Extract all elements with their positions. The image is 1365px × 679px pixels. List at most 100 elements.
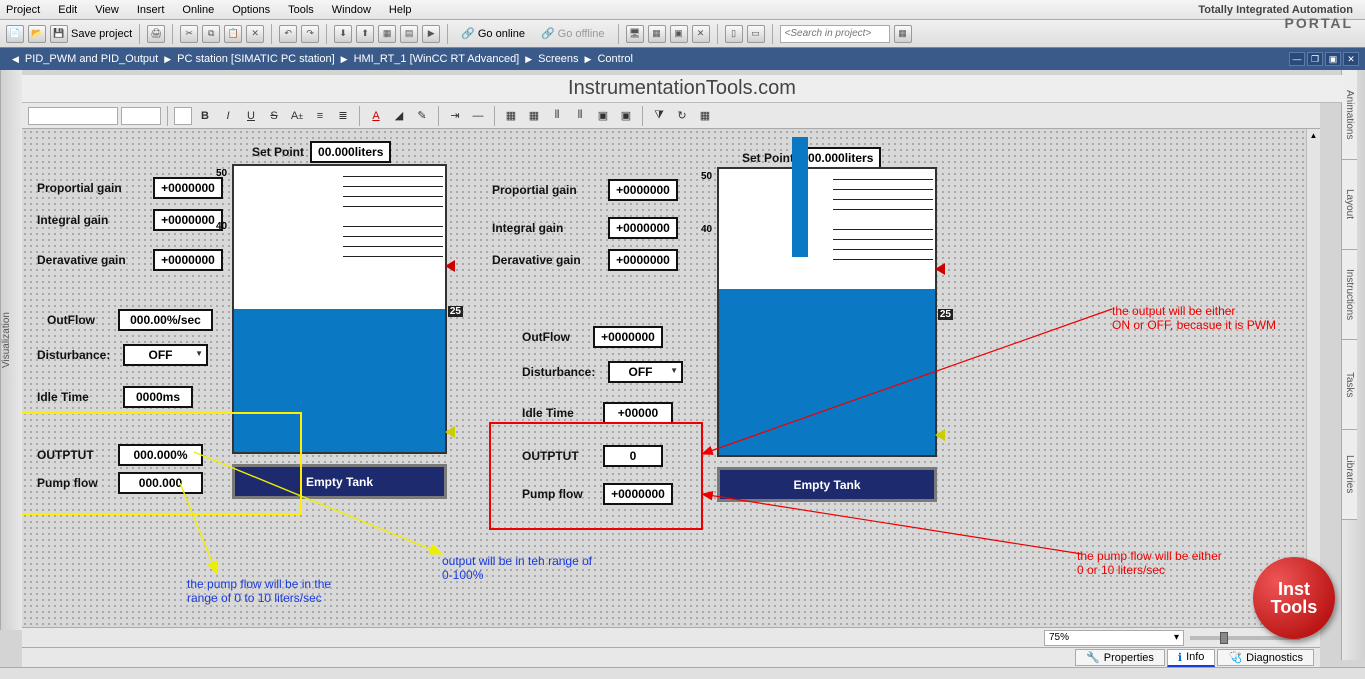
print-icon[interactable]: 🖨 [147, 25, 165, 43]
align-top-icon[interactable]: ⇥ [445, 106, 465, 126]
tab-animations[interactable]: Animations [1342, 70, 1357, 160]
save-project-button[interactable]: 💾 Save project [50, 25, 132, 43]
fill-color-button[interactable]: ◢ [389, 106, 409, 126]
hmi-icon[interactable]: 🖥 [626, 25, 644, 43]
close-x-icon[interactable]: ✕ [692, 25, 710, 43]
setpoint-field-left[interactable]: 00.000liters [310, 141, 391, 163]
device-icon[interactable]: ▦ [378, 25, 396, 43]
setpoint-field-right[interactable]: 00.000liters [800, 147, 881, 169]
line-style-button[interactable]: ✎ [412, 106, 432, 126]
align-center-icon[interactable]: ≣ [333, 106, 353, 126]
restore-button[interactable]: ❐ [1307, 52, 1323, 66]
tab-tasks[interactable]: Tasks [1342, 340, 1357, 430]
distribute-v-icon[interactable]: ⫴ [570, 106, 590, 126]
hmi-canvas[interactable]: Set Point 00.000liters Proportial gain +… [22, 129, 1320, 627]
tile-v-icon[interactable]: ▭ [747, 25, 765, 43]
redo-icon[interactable]: ↷ [301, 25, 319, 43]
dgain-field-left[interactable]: +0000000 [153, 249, 223, 271]
superscript-button[interactable]: A± [287, 106, 307, 126]
board-icon[interactable]: ▦ [648, 25, 666, 43]
arrange-back-icon[interactable]: ▦ [524, 106, 544, 126]
tab-layout[interactable]: Layout [1342, 160, 1357, 250]
ungroup-icon[interactable]: ▣ [616, 106, 636, 126]
new-doc-icon[interactable]: 📄 [6, 25, 24, 43]
sim-icon[interactable]: ▤ [400, 25, 418, 43]
cut-icon[interactable]: ✂ [180, 25, 198, 43]
float-button[interactable]: ▣ [1325, 52, 1341, 66]
menu-online[interactable]: Online [182, 4, 214, 16]
go-online-button[interactable]: 🔗 Go online [455, 26, 531, 41]
crumb-prev-icon[interactable]: ◀ [12, 54, 19, 65]
undo-icon[interactable]: ↶ [279, 25, 297, 43]
dist-dropdown-left[interactable]: OFF [123, 344, 208, 366]
menu-view[interactable]: View [95, 4, 119, 16]
open-icon[interactable]: 📂 [28, 25, 46, 43]
tile-h-icon[interactable]: ▯ [725, 25, 743, 43]
copy-icon[interactable]: ⧉ [202, 25, 220, 43]
close-button[interactable]: ✕ [1343, 52, 1359, 66]
strike-button[interactable]: S [264, 106, 284, 126]
go-offline-button[interactable]: 🔗 Go offline [535, 26, 611, 41]
upload-icon[interactable]: ⬆ [356, 25, 374, 43]
tab-instructions[interactable]: Instructions [1342, 250, 1357, 340]
pgain-field-left[interactable]: +0000000 [153, 177, 223, 199]
align-mid-icon[interactable]: — [468, 106, 488, 126]
empty-tank-button-right[interactable]: Empty Tank [717, 467, 937, 502]
canvas-scrollbar-v[interactable]: ▲ [1306, 129, 1320, 627]
outflow-field-right[interactable]: +0000000 [593, 326, 663, 348]
rotate-icon[interactable]: ↻ [672, 106, 692, 126]
bold-button[interactable]: B [195, 106, 215, 126]
zoom-select[interactable]: 75% ▾ [1044, 630, 1184, 646]
delete-icon[interactable]: ✕ [246, 25, 264, 43]
crumb-pc[interactable]: PC station [SIMATIC PC station] [177, 53, 335, 65]
paste-icon[interactable]: 📋 [224, 25, 242, 43]
menu-insert[interactable]: Insert [137, 4, 165, 16]
bg-color-swatch[interactable] [174, 107, 192, 125]
menu-project[interactable]: Project [6, 4, 40, 16]
crumb-hmi[interactable]: HMI_RT_1 [WinCC RT Advanced] [354, 53, 520, 65]
menu-help[interactable]: Help [389, 4, 412, 16]
font-color-button[interactable]: A [366, 106, 386, 126]
zoom-slider-thumb[interactable] [1220, 632, 1228, 644]
arrange-front-icon[interactable]: ▦ [501, 106, 521, 126]
search-go-icon[interactable]: ▦ [894, 25, 912, 43]
menu-options[interactable]: Options [232, 4, 270, 16]
tab-diagnostics[interactable]: 🩺 Diagnostics [1217, 649, 1314, 666]
tab-info[interactable]: ℹ Info [1167, 649, 1216, 667]
minimize-button[interactable]: — [1289, 52, 1305, 66]
filter-icon[interactable]: ⧩ [649, 106, 669, 126]
idle-field-right[interactable]: +00000 [603, 402, 673, 424]
idle-field-left[interactable]: 0000ms [123, 386, 193, 408]
menu-window[interactable]: Window [332, 4, 371, 16]
pgain-field-right[interactable]: +0000000 [608, 179, 678, 201]
crumb-root[interactable]: PID_PWM and PID_Output [25, 53, 158, 65]
dist-dropdown-right[interactable]: OFF [608, 361, 683, 383]
outflow-field-left[interactable]: 000.00%/sec [118, 309, 213, 331]
font-family-select[interactable] [28, 107, 118, 125]
underline-button[interactable]: U [241, 106, 261, 126]
annotation-box-yellow [22, 412, 302, 515]
menu-edit[interactable]: Edit [58, 4, 77, 16]
menu-tools[interactable]: Tools [288, 4, 314, 16]
download-icon[interactable]: ⬇ [334, 25, 352, 43]
align-left-icon[interactable]: ≡ [310, 106, 330, 126]
left-rail[interactable]: Visualization [0, 70, 22, 630]
mirror-icon[interactable]: ▦ [695, 106, 715, 126]
dgain-label-right: Deravative gain [492, 253, 602, 267]
distribute-h-icon[interactable]: ⫴ [547, 106, 567, 126]
igain-field-right[interactable]: +0000000 [608, 217, 678, 239]
dgain-field-right[interactable]: +0000000 [608, 249, 678, 271]
chip-icon[interactable]: ▣ [670, 25, 688, 43]
group-icon[interactable]: ▣ [593, 106, 613, 126]
search-input[interactable] [780, 25, 890, 43]
brand-line2: PORTAL [1198, 16, 1353, 31]
tab-libraries[interactable]: Libraries [1342, 430, 1357, 520]
crumb-screens[interactable]: Screens [538, 53, 578, 65]
crumb-control[interactable]: Control [597, 53, 632, 65]
igain-field-left[interactable]: +0000000 [153, 209, 223, 231]
font-size-select[interactable] [121, 107, 161, 125]
tab-properties[interactable]: 🔧 Properties [1075, 649, 1165, 666]
run-icon[interactable]: ▶ [422, 25, 440, 43]
dist-label-left: Disturbance: [37, 348, 117, 362]
italic-button[interactable]: I [218, 106, 238, 126]
